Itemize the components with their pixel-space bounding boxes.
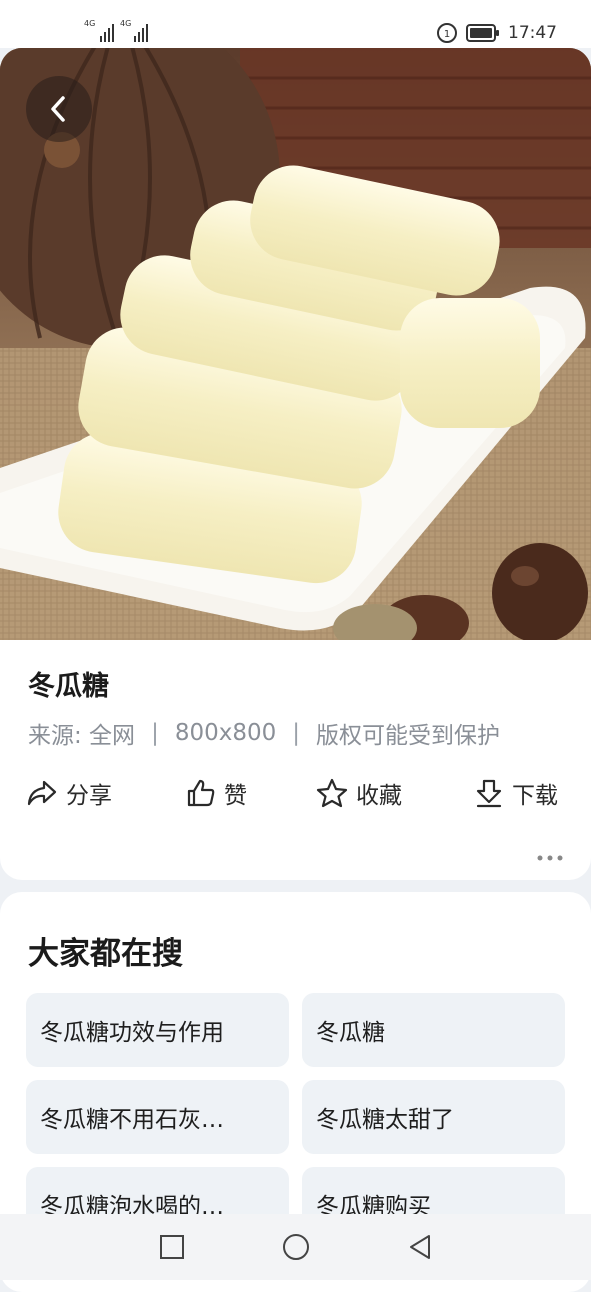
like-button[interactable]: 赞 bbox=[186, 776, 247, 810]
recent-apps-button[interactable] bbox=[152, 1227, 192, 1267]
circle-icon bbox=[282, 1234, 309, 1260]
back-button[interactable] bbox=[26, 76, 92, 142]
search-suggestion[interactable]: 冬瓜糖不用石灰… bbox=[26, 1080, 289, 1154]
signal-label: 4G bbox=[84, 19, 96, 28]
alarm-icon: 1 bbox=[437, 23, 457, 43]
status-time: 17:47 bbox=[508, 23, 557, 43]
more-dots-icon bbox=[537, 855, 563, 861]
status-bar: 4G 4G 1 17:47 bbox=[0, 0, 591, 48]
hero-image[interactable] bbox=[0, 48, 591, 640]
like-label: 赞 bbox=[224, 783, 247, 809]
image-title: 冬瓜糖 bbox=[28, 671, 109, 702]
square-icon bbox=[159, 1235, 184, 1259]
back-nav-button[interactable] bbox=[400, 1227, 440, 1267]
search-suggestion[interactable]: 冬瓜糖功效与作用 bbox=[26, 993, 289, 1067]
candied-winter-melon-photo bbox=[0, 48, 591, 640]
signal-icon: 4G bbox=[84, 20, 114, 42]
signal-icon-2: 4G bbox=[120, 20, 148, 42]
search-suggestion[interactable]: 冬瓜糖 bbox=[302, 993, 565, 1067]
signal-label-2: 4G bbox=[120, 19, 132, 28]
action-bar: 分享 赞 收藏 下载 bbox=[26, 776, 566, 812]
share-button[interactable]: 分享 bbox=[26, 776, 112, 810]
image-meta: 来源: 全网 | 800x800 | 版权可能受到保护 bbox=[28, 716, 500, 750]
chevron-left-icon bbox=[51, 96, 65, 122]
popular-searches-title: 大家都在搜 bbox=[28, 936, 183, 972]
meta-separator: | bbox=[292, 720, 300, 746]
svg-text:1: 1 bbox=[444, 29, 450, 40]
system-nav-bar bbox=[0, 1214, 591, 1280]
image-detail-card: 冬瓜糖 来源: 全网 | 800x800 | 版权可能受到保护 分享 赞 收藏 bbox=[0, 48, 591, 880]
download-icon bbox=[476, 779, 502, 808]
download-label: 下载 bbox=[512, 783, 558, 809]
search-suggestion[interactable]: 冬瓜糖太甜了 bbox=[302, 1080, 565, 1154]
home-button[interactable] bbox=[276, 1227, 316, 1267]
download-button[interactable]: 下载 bbox=[474, 776, 558, 810]
more-options-button[interactable] bbox=[537, 842, 563, 866]
triangle-back-icon bbox=[409, 1235, 430, 1259]
favorite-button[interactable]: 收藏 bbox=[316, 776, 402, 810]
thumbs-up-icon bbox=[187, 779, 215, 807]
dimensions-text: 800x800 bbox=[174, 720, 277, 746]
share-label: 分享 bbox=[66, 783, 112, 809]
share-icon bbox=[27, 780, 57, 806]
copyright-text: 版权可能受到保护 bbox=[315, 723, 500, 749]
meta-separator: | bbox=[151, 720, 159, 746]
star-icon bbox=[316, 778, 348, 808]
source-text: 来源: 全网 bbox=[28, 723, 136, 749]
favorite-label: 收藏 bbox=[356, 783, 402, 809]
battery-icon bbox=[466, 24, 499, 42]
